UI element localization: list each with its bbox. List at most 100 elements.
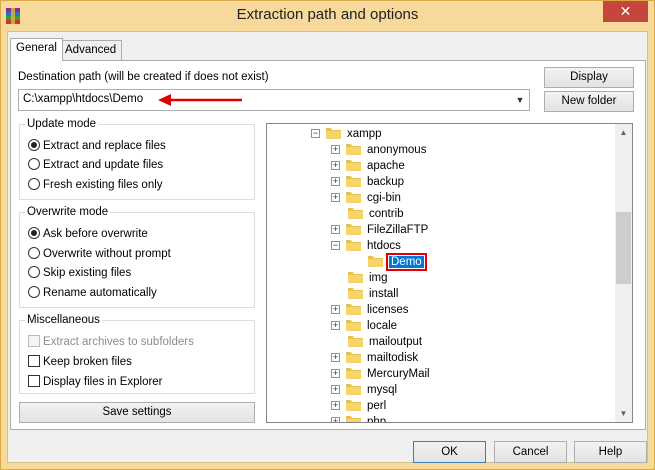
expand-icon[interactable]: + <box>331 321 340 330</box>
tree-item-label: licenses <box>367 304 409 316</box>
new-folder-button[interactable]: New folder <box>544 91 634 112</box>
expand-icon[interactable]: + <box>331 353 340 362</box>
collapse-icon[interactable]: − <box>331 241 340 250</box>
tree-item[interactable]: + mailtodisk <box>331 350 418 366</box>
tree-item[interactable]: + MercuryMail <box>331 366 430 382</box>
tab-advanced[interactable]: Advanced <box>59 40 123 60</box>
new-folder-button-label: New folder <box>561 95 617 107</box>
radio-extract-update[interactable]: Extract and update files <box>28 157 163 173</box>
radio-rename-automatically[interactable]: Rename automatically <box>28 285 157 301</box>
annotation-arrow-icon <box>158 94 242 106</box>
cancel-button[interactable]: Cancel <box>494 441 567 463</box>
tree-item[interactable]: + FileZillaFTP <box>331 222 428 238</box>
radio-extract-replace[interactable]: Extract and replace files <box>28 138 166 154</box>
expand-icon[interactable]: + <box>331 385 340 394</box>
miscellaneous-group: Miscellaneous Extract archives to subfol… <box>19 314 255 394</box>
radio-selected-icon[interactable] <box>28 139 40 151</box>
folder-icon <box>348 207 363 219</box>
radio-skip-existing[interactable]: Skip existing files <box>28 265 131 281</box>
radio-overwrite-without-prompt[interactable]: Overwrite without prompt <box>28 246 171 262</box>
ok-button-label: OK <box>441 446 458 458</box>
checkbox-display-in-explorer[interactable]: Display files in Explorer <box>28 374 163 390</box>
tree-item-label: perl <box>367 400 387 412</box>
radio-icon[interactable] <box>28 178 40 190</box>
tree-item[interactable]: + anonymous <box>331 142 426 158</box>
close-button[interactable]: ✕ <box>603 1 648 22</box>
folder-icon <box>346 319 361 331</box>
tree-item[interactable]: + mysql <box>331 382 397 398</box>
tab-general[interactable]: General <box>10 38 63 61</box>
destination-path-combobox[interactable]: C:\xampp\htdocs\Demo ▼ <box>18 89 530 111</box>
tree-vertical-scrollbar[interactable]: ▲ ▼ <box>615 124 632 422</box>
miscellaneous-title: Miscellaneous <box>25 314 102 326</box>
checkbox-icon[interactable] <box>28 355 40 367</box>
tree-item-label: MercuryMail <box>367 368 430 380</box>
overwrite-mode-group: Overwrite mode Ask before overwrite Over… <box>19 206 255 308</box>
folder-tree[interactable]: − xampp + anonymous + apache + backup + cgi-bin co… <box>266 123 633 423</box>
tree-item[interactable]: + php <box>331 414 386 422</box>
radio-selected-icon[interactable] <box>28 227 40 239</box>
display-button[interactable]: Display <box>544 67 634 88</box>
folder-icon <box>346 303 361 315</box>
scroll-down-icon[interactable]: ▼ <box>615 405 632 422</box>
radio-icon[interactable] <box>28 158 40 170</box>
help-button-label: Help <box>598 446 623 458</box>
title-bar[interactable]: Extraction path and options ✕ <box>1 1 654 31</box>
tree-item[interactable]: + perl <box>331 398 386 414</box>
dialog-window: Extraction path and options ✕ General Ad… <box>0 0 655 470</box>
save-settings-button[interactable]: Save settings <box>19 402 255 423</box>
tree-item-label: htdocs <box>367 240 401 252</box>
expand-icon[interactable]: + <box>331 305 340 314</box>
window-title: Extraction path and options <box>236 6 419 23</box>
tree-item-label: apache <box>367 160 405 172</box>
radio-ask-before-overwrite[interactable]: Ask before overwrite <box>28 226 148 242</box>
tree-item[interactable]: + licenses <box>331 302 409 318</box>
folder-icon <box>368 255 383 267</box>
tree-item[interactable]: − xampp <box>311 126 382 142</box>
tree-item[interactable]: install <box>331 286 398 302</box>
radio-fresh-existing[interactable]: Fresh existing files only <box>28 177 163 193</box>
tab-advanced-label: Advanced <box>65 44 117 56</box>
expand-icon[interactable]: + <box>331 369 340 378</box>
folder-icon <box>346 367 361 379</box>
expand-icon[interactable]: + <box>331 177 340 186</box>
ok-button[interactable]: OK <box>413 441 486 463</box>
expand-icon[interactable]: + <box>331 417 340 422</box>
tree-item[interactable]: + backup <box>331 174 404 190</box>
expand-icon[interactable]: + <box>331 161 340 170</box>
radio-icon[interactable] <box>28 247 40 259</box>
folder-icon <box>326 127 341 139</box>
radio-label: Extract and replace files <box>43 140 166 152</box>
destination-path-value: C:\xampp\htdocs\Demo <box>23 93 144 105</box>
close-icon: ✕ <box>619 3 632 19</box>
folder-icon <box>346 415 361 422</box>
tab-general-label: General <box>16 42 57 54</box>
folder-icon <box>346 351 361 363</box>
expand-icon[interactable]: + <box>331 193 340 202</box>
help-button[interactable]: Help <box>574 441 647 463</box>
tree-item-label: FileZillaFTP <box>367 224 429 236</box>
scroll-up-icon[interactable]: ▲ <box>615 124 632 141</box>
tree-item[interactable]: − htdocs <box>331 238 401 254</box>
checkbox-extract-subfolders: Extract archives to subfolders <box>28 334 194 350</box>
tree-item[interactable]: mailoutput <box>331 334 422 350</box>
tree-item[interactable]: + apache <box>331 158 405 174</box>
checkbox-keep-broken-files[interactable]: Keep broken files <box>28 354 132 370</box>
overwrite-mode-title: Overwrite mode <box>25 206 111 218</box>
tree-item[interactable]: + cgi-bin <box>331 190 401 206</box>
expand-icon[interactable]: + <box>331 401 340 410</box>
radio-label: Fresh existing files only <box>43 179 163 191</box>
collapse-icon[interactable]: − <box>311 129 320 138</box>
checkbox-icon[interactable] <box>28 375 40 387</box>
tree-item[interactable]: + locale <box>331 318 397 334</box>
tree-item[interactable]: contrib <box>331 206 404 222</box>
chevron-down-icon[interactable]: ▼ <box>511 90 529 110</box>
expand-icon[interactable]: + <box>331 145 340 154</box>
tree-item[interactable]: Demo <box>351 253 427 271</box>
expand-icon[interactable]: + <box>331 225 340 234</box>
radio-icon[interactable] <box>28 266 40 278</box>
tree-item[interactable]: img <box>331 270 388 286</box>
folder-icon <box>346 223 361 235</box>
scroll-thumb[interactable] <box>616 212 631 284</box>
radio-icon[interactable] <box>28 286 40 298</box>
